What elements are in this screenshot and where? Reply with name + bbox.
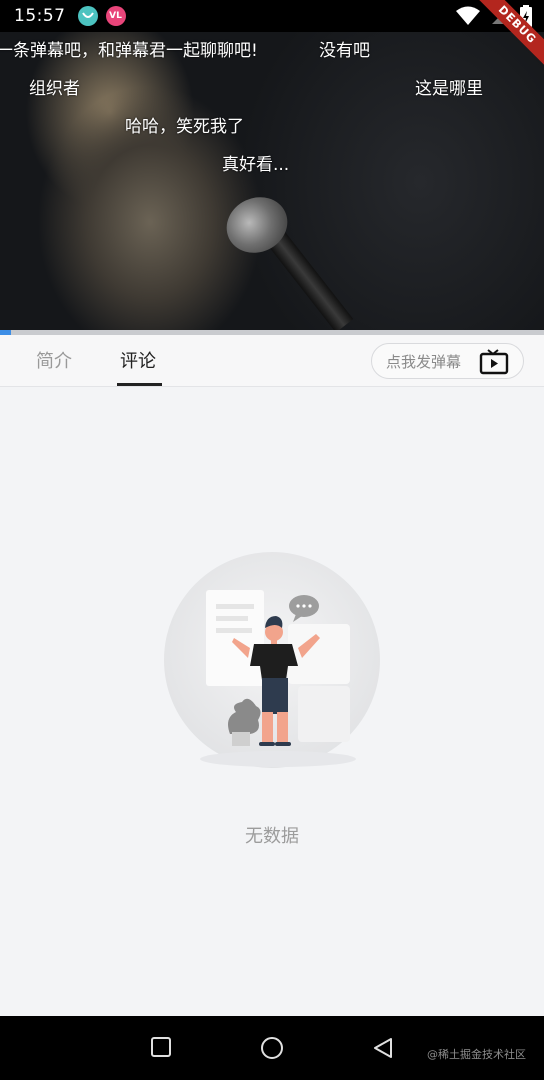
tab-bar: 简介 评论 点我发弹幕 [0, 335, 544, 387]
send-danmaku-button[interactable]: 点我发弹幕 [371, 343, 524, 379]
system-nav-bar: @稀土掘金技术社区 [0, 1016, 544, 1080]
danmaku-text: 没有吧 [319, 41, 370, 61]
danmaku-text: 这是哪里 [415, 79, 483, 99]
triangle-back-icon[interactable] [372, 1036, 394, 1060]
app-notification-icon [77, 6, 98, 26]
watermark: @稀土掘金技术社区 [427, 1048, 526, 1061]
tab-comments[interactable]: 评论 [120, 347, 156, 373]
tab-indicator [117, 383, 162, 386]
danmaku-text: 哈哈，笑死我了 [125, 117, 244, 137]
empty-state-illustration [164, 552, 380, 768]
status-bar: 15:57 VL [0, 0, 544, 32]
status-time: 15:57 [14, 6, 66, 26]
video-player[interactable]: 一条弹幕吧，和弹幕君一起聊聊吧! 没有吧 组织者 这是哪里 哈哈，笑死我了 真好… [0, 32, 544, 330]
tv-play-icon [479, 349, 509, 375]
danmaku-text: 组织者 [29, 79, 80, 99]
send-danmaku-label: 点我发弹幕 [386, 352, 462, 371]
wifi-icon [456, 6, 480, 25]
circle-home-icon[interactable] [260, 1036, 284, 1060]
square-recents-icon[interactable] [150, 1036, 172, 1058]
empty-state-message: 无数据 [245, 826, 299, 847]
tab-intro[interactable]: 简介 [36, 347, 72, 373]
vlc-notification-icon: VL [105, 6, 126, 26]
danmaku-text: 真好看... [222, 155, 290, 175]
danmaku-text: 一条弹幕吧，和弹幕君一起聊聊吧! [0, 41, 258, 61]
